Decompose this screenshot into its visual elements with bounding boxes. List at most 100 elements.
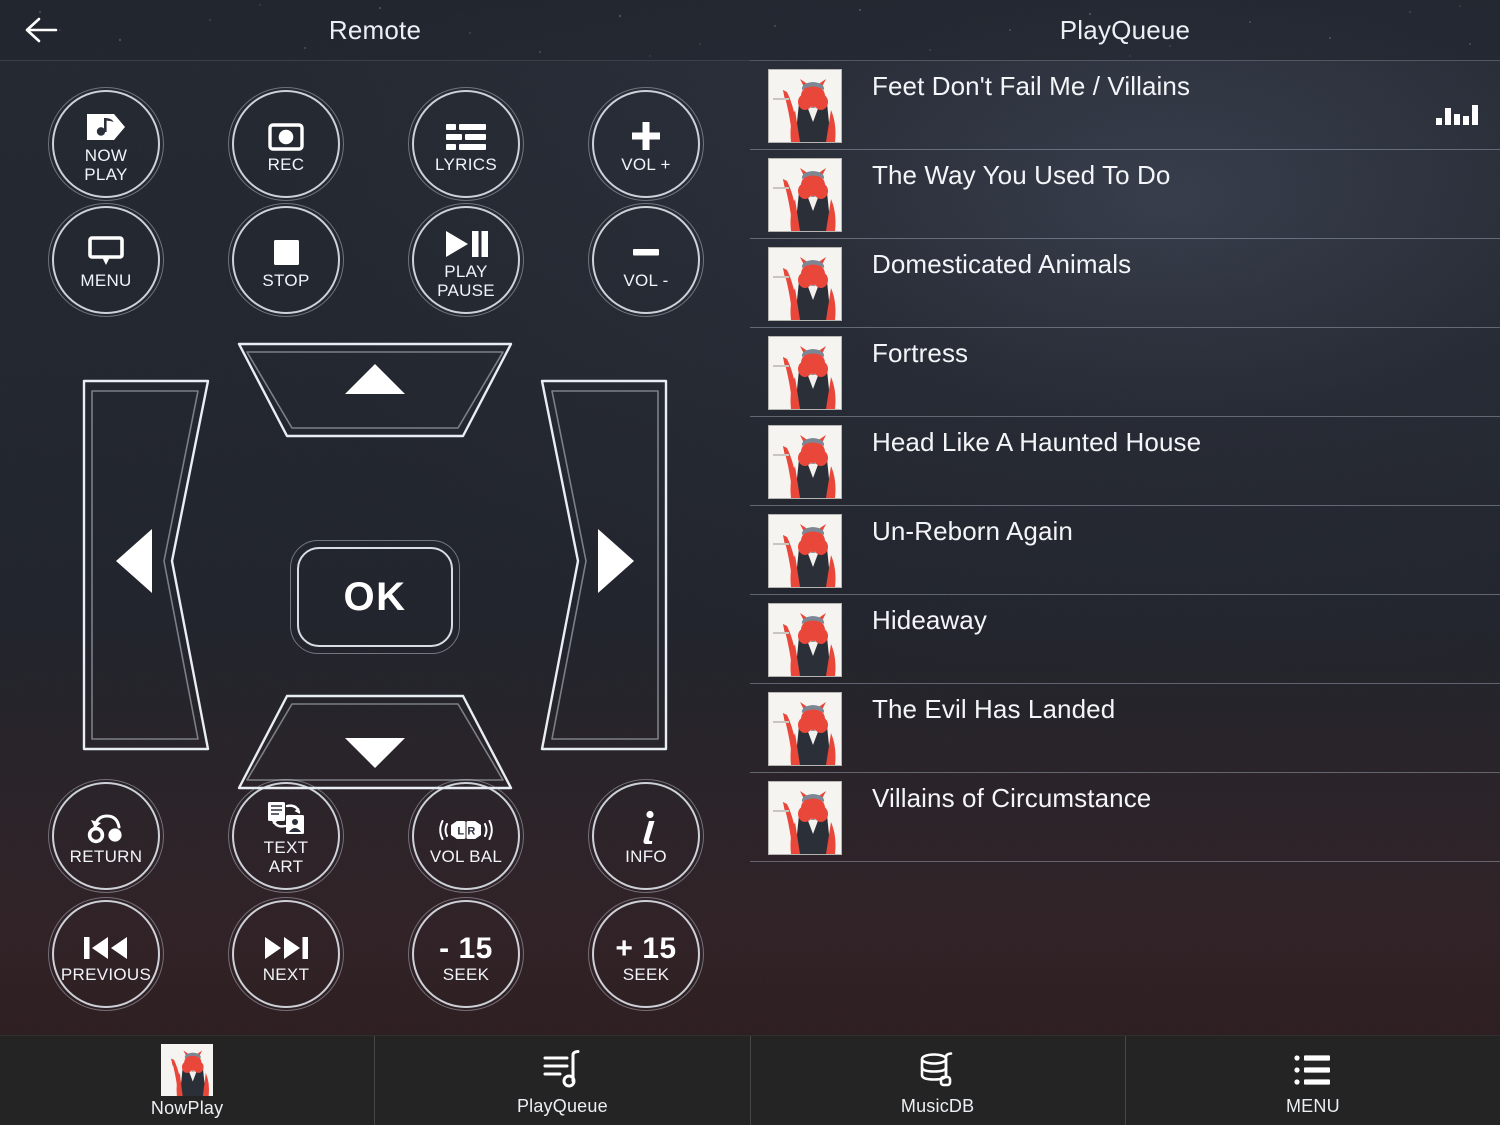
top-header-bar: Remote PlayQueue — [0, 0, 1500, 61]
seek-backward-button[interactable]: - 15 SEEK — [408, 897, 524, 1011]
playqueue-list: Feet Don't Fail Me / Villains The Way Yo… — [750, 60, 1500, 1035]
album-art-thumbnail — [768, 781, 842, 855]
album-art-thumbnail — [768, 603, 842, 677]
plus-15-text: + 15 — [615, 924, 676, 964]
dpad-left-button[interactable] — [68, 365, 228, 765]
seek-forward-button[interactable]: + 15 SEEK — [588, 897, 704, 1011]
record-icon — [264, 114, 308, 154]
svg-text:L: L — [457, 826, 464, 838]
nav-item-playqueue[interactable]: PlayQueue — [375, 1036, 751, 1125]
track-row[interactable]: The Way You Used To Do — [750, 150, 1500, 239]
menu-button[interactable]: MENU — [48, 203, 164, 317]
skip-previous-icon — [80, 924, 132, 964]
ok-label: OK — [343, 574, 407, 619]
return-button[interactable]: RETURN — [48, 779, 164, 893]
album-art-thumbnail — [768, 425, 842, 499]
next-button[interactable]: NEXT — [228, 897, 344, 1011]
rec-button[interactable]: REC — [228, 87, 344, 201]
album-art-icon — [161, 1043, 214, 1096]
seek-backward-label: SEEK — [442, 965, 490, 984]
text-art-swap-icon — [264, 796, 308, 836]
nav-item-menu[interactable]: MENU — [1126, 1036, 1500, 1125]
playqueue-panel-title: PlayQueue — [1059, 14, 1191, 45]
speech-bubble-icon — [85, 230, 127, 270]
track-row[interactable]: Domesticated Animals — [750, 239, 1500, 328]
track-title: The Evil Has Landed — [872, 694, 1116, 724]
now-play-label: NOW PLAY — [84, 146, 128, 184]
svg-text:R: R — [467, 826, 475, 838]
triangle-up-icon — [345, 364, 405, 394]
track-title: Domesticated Animals — [872, 249, 1132, 279]
return-loop-icon — [82, 806, 130, 846]
now-play-button[interactable]: NOW PLAY — [48, 87, 164, 201]
lyrics-lines-icon — [443, 114, 489, 154]
track-list-container: Feet Don't Fail Me / Villains The Way Yo… — [750, 60, 1500, 862]
nav-label-nowplay: NowPlay — [150, 1097, 224, 1118]
return-label: RETURN — [69, 847, 143, 866]
equalizer-bars-icon — [1436, 101, 1478, 125]
volume-down-label: VOL - — [623, 271, 669, 290]
volume-down-button[interactable]: VOL - — [588, 203, 704, 317]
triangle-right-icon — [598, 529, 634, 593]
remote-app-screen: Remote PlayQueue NOW PLAY REC LYRICS VOL… — [0, 0, 1500, 1125]
play-pause-icon — [442, 220, 490, 260]
track-row[interactable]: Fortress — [750, 328, 1500, 417]
album-art-thumbnail — [768, 158, 842, 232]
previous-label: PREVIOUS — [60, 965, 152, 984]
remote-panel-title: Remote — [328, 14, 422, 45]
track-title: Hideaway — [872, 605, 987, 635]
nav-label-menu: MENU — [1285, 1095, 1340, 1116]
info-label: INFO — [625, 847, 667, 866]
text-art-button[interactable]: TEXT ART — [228, 779, 344, 893]
album-art-thumbnail — [768, 247, 842, 321]
lyrics-button[interactable]: LYRICS — [408, 87, 524, 201]
stop-square-icon — [268, 230, 304, 270]
volume-up-label: VOL + — [621, 155, 671, 174]
dpad-up-button[interactable] — [225, 332, 525, 452]
track-title: The Way You Used To Do — [872, 160, 1171, 190]
vol-balance-button[interactable]: L R VOL BAL — [408, 779, 524, 893]
album-art-thumbnail — [768, 514, 842, 588]
nav-item-musicdb[interactable]: MusicDB — [751, 1036, 1126, 1125]
album-art-thumbnail — [768, 692, 842, 766]
volume-up-button[interactable]: VOL + — [588, 87, 704, 201]
track-title: Villains of Circumstance — [872, 783, 1152, 813]
minus-icon — [626, 230, 666, 270]
vol-balance-label: VOL BAL — [429, 847, 503, 866]
track-row[interactable]: Feet Don't Fail Me / Villains — [750, 60, 1500, 150]
track-row[interactable]: The Evil Has Landed — [750, 684, 1500, 773]
track-row[interactable]: Hideaway — [750, 595, 1500, 684]
track-row[interactable]: Un-Reborn Again — [750, 506, 1500, 595]
album-art-thumbnail — [768, 69, 842, 143]
stop-button[interactable]: STOP — [228, 203, 344, 317]
track-title: Fortress — [872, 338, 969, 368]
ok-button[interactable]: OK — [290, 540, 460, 654]
database-icon — [914, 1046, 962, 1094]
seek-forward-label: SEEK — [622, 965, 670, 984]
dpad-right-button[interactable] — [522, 365, 682, 765]
minus-15-text: - 15 — [439, 924, 493, 964]
album-art-thumbnail — [768, 336, 842, 410]
stop-label: STOP — [262, 271, 310, 290]
queue-list-icon — [538, 1046, 586, 1094]
left-right-balance-icon: L R — [439, 806, 493, 846]
dpad-down-button[interactable] — [225, 680, 525, 800]
skip-next-icon — [260, 924, 312, 964]
triangle-down-icon — [345, 738, 405, 768]
play-pause-button[interactable]: PLAY PAUSE — [408, 203, 524, 317]
nav-label-playqueue: PlayQueue — [516, 1095, 608, 1116]
menu-label: MENU — [80, 271, 132, 290]
previous-button[interactable]: PREVIOUS — [48, 897, 164, 1011]
nav-item-nowplay[interactable]: NowPlay — [0, 1036, 376, 1125]
track-title: Head Like A Haunted House — [872, 427, 1202, 457]
play-pause-label: PLAY PAUSE — [437, 262, 495, 300]
info-button[interactable]: INFO — [588, 779, 704, 893]
track-row[interactable]: Head Like A Haunted House — [750, 417, 1500, 506]
triangle-left-icon — [116, 529, 152, 593]
remote-control-panel: NOW PLAY REC LYRICS VOL + MENU STOP PLAY… — [0, 60, 750, 1035]
lyrics-label: LYRICS — [435, 155, 497, 174]
music-note-flag-icon — [84, 104, 128, 144]
plus-icon — [626, 114, 666, 154]
track-row[interactable]: Villains of Circumstance — [750, 773, 1500, 862]
seek-forward-value: + 15 — [615, 932, 677, 965]
